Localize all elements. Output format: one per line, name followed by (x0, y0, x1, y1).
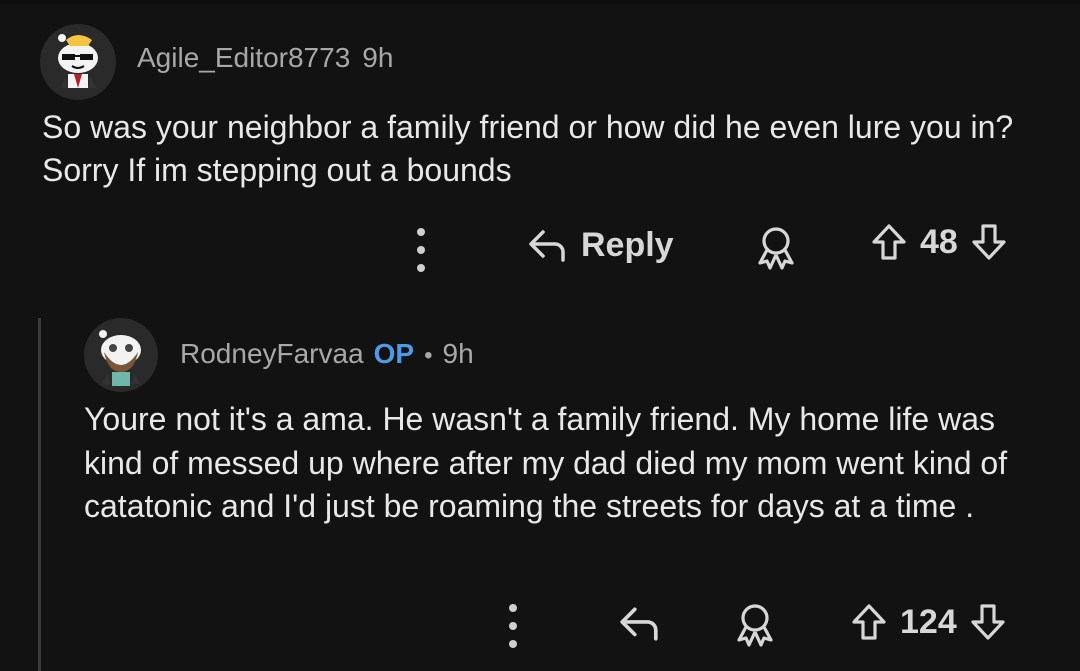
upvote-arrow-icon[interactable] (850, 602, 888, 642)
comment-2-header: RodneyFarvaa OP • 9h (180, 338, 474, 370)
snoo-sunglasses-avatar-icon[interactable] (40, 24, 116, 100)
op-badge: OP (373, 338, 415, 369)
thread-line[interactable] (38, 318, 41, 671)
score: 124 (900, 602, 957, 641)
snoo-bearded-avatar-icon[interactable] (84, 318, 158, 392)
comment-1-header: Agile_Editor8773 9h (137, 42, 393, 74)
score: 48 (920, 222, 958, 261)
downvote-arrow-icon[interactable] (969, 602, 1007, 642)
reply-label: Reply (581, 226, 674, 264)
comment-1-body: So was your neighbor a family friend or … (42, 109, 1014, 188)
more-options-icon[interactable] (503, 604, 523, 648)
reply-arrow-icon (529, 229, 565, 262)
vote-controls: 48 (870, 222, 1008, 262)
reply-arrow-icon[interactable] (618, 605, 660, 643)
award-icon[interactable] (731, 600, 779, 648)
timestamp: 9h (362, 42, 394, 73)
username[interactable]: Agile_Editor8773 (137, 42, 350, 74)
top-divider (0, 0, 1080, 4)
reply-button[interactable]: Reply (527, 226, 674, 265)
award-icon[interactable] (752, 223, 800, 271)
timestamp: 9h (442, 338, 474, 369)
comment-2-body: Youre not it's a ama. He wasn't a family… (84, 401, 1008, 524)
more-options-icon[interactable] (411, 228, 431, 272)
upvote-arrow-icon[interactable] (870, 222, 908, 262)
downvote-arrow-icon[interactable] (970, 222, 1008, 262)
username[interactable]: RodneyFarvaa (180, 338, 364, 370)
separator-dot: • (424, 342, 433, 369)
vote-controls: 124 (850, 602, 1007, 642)
